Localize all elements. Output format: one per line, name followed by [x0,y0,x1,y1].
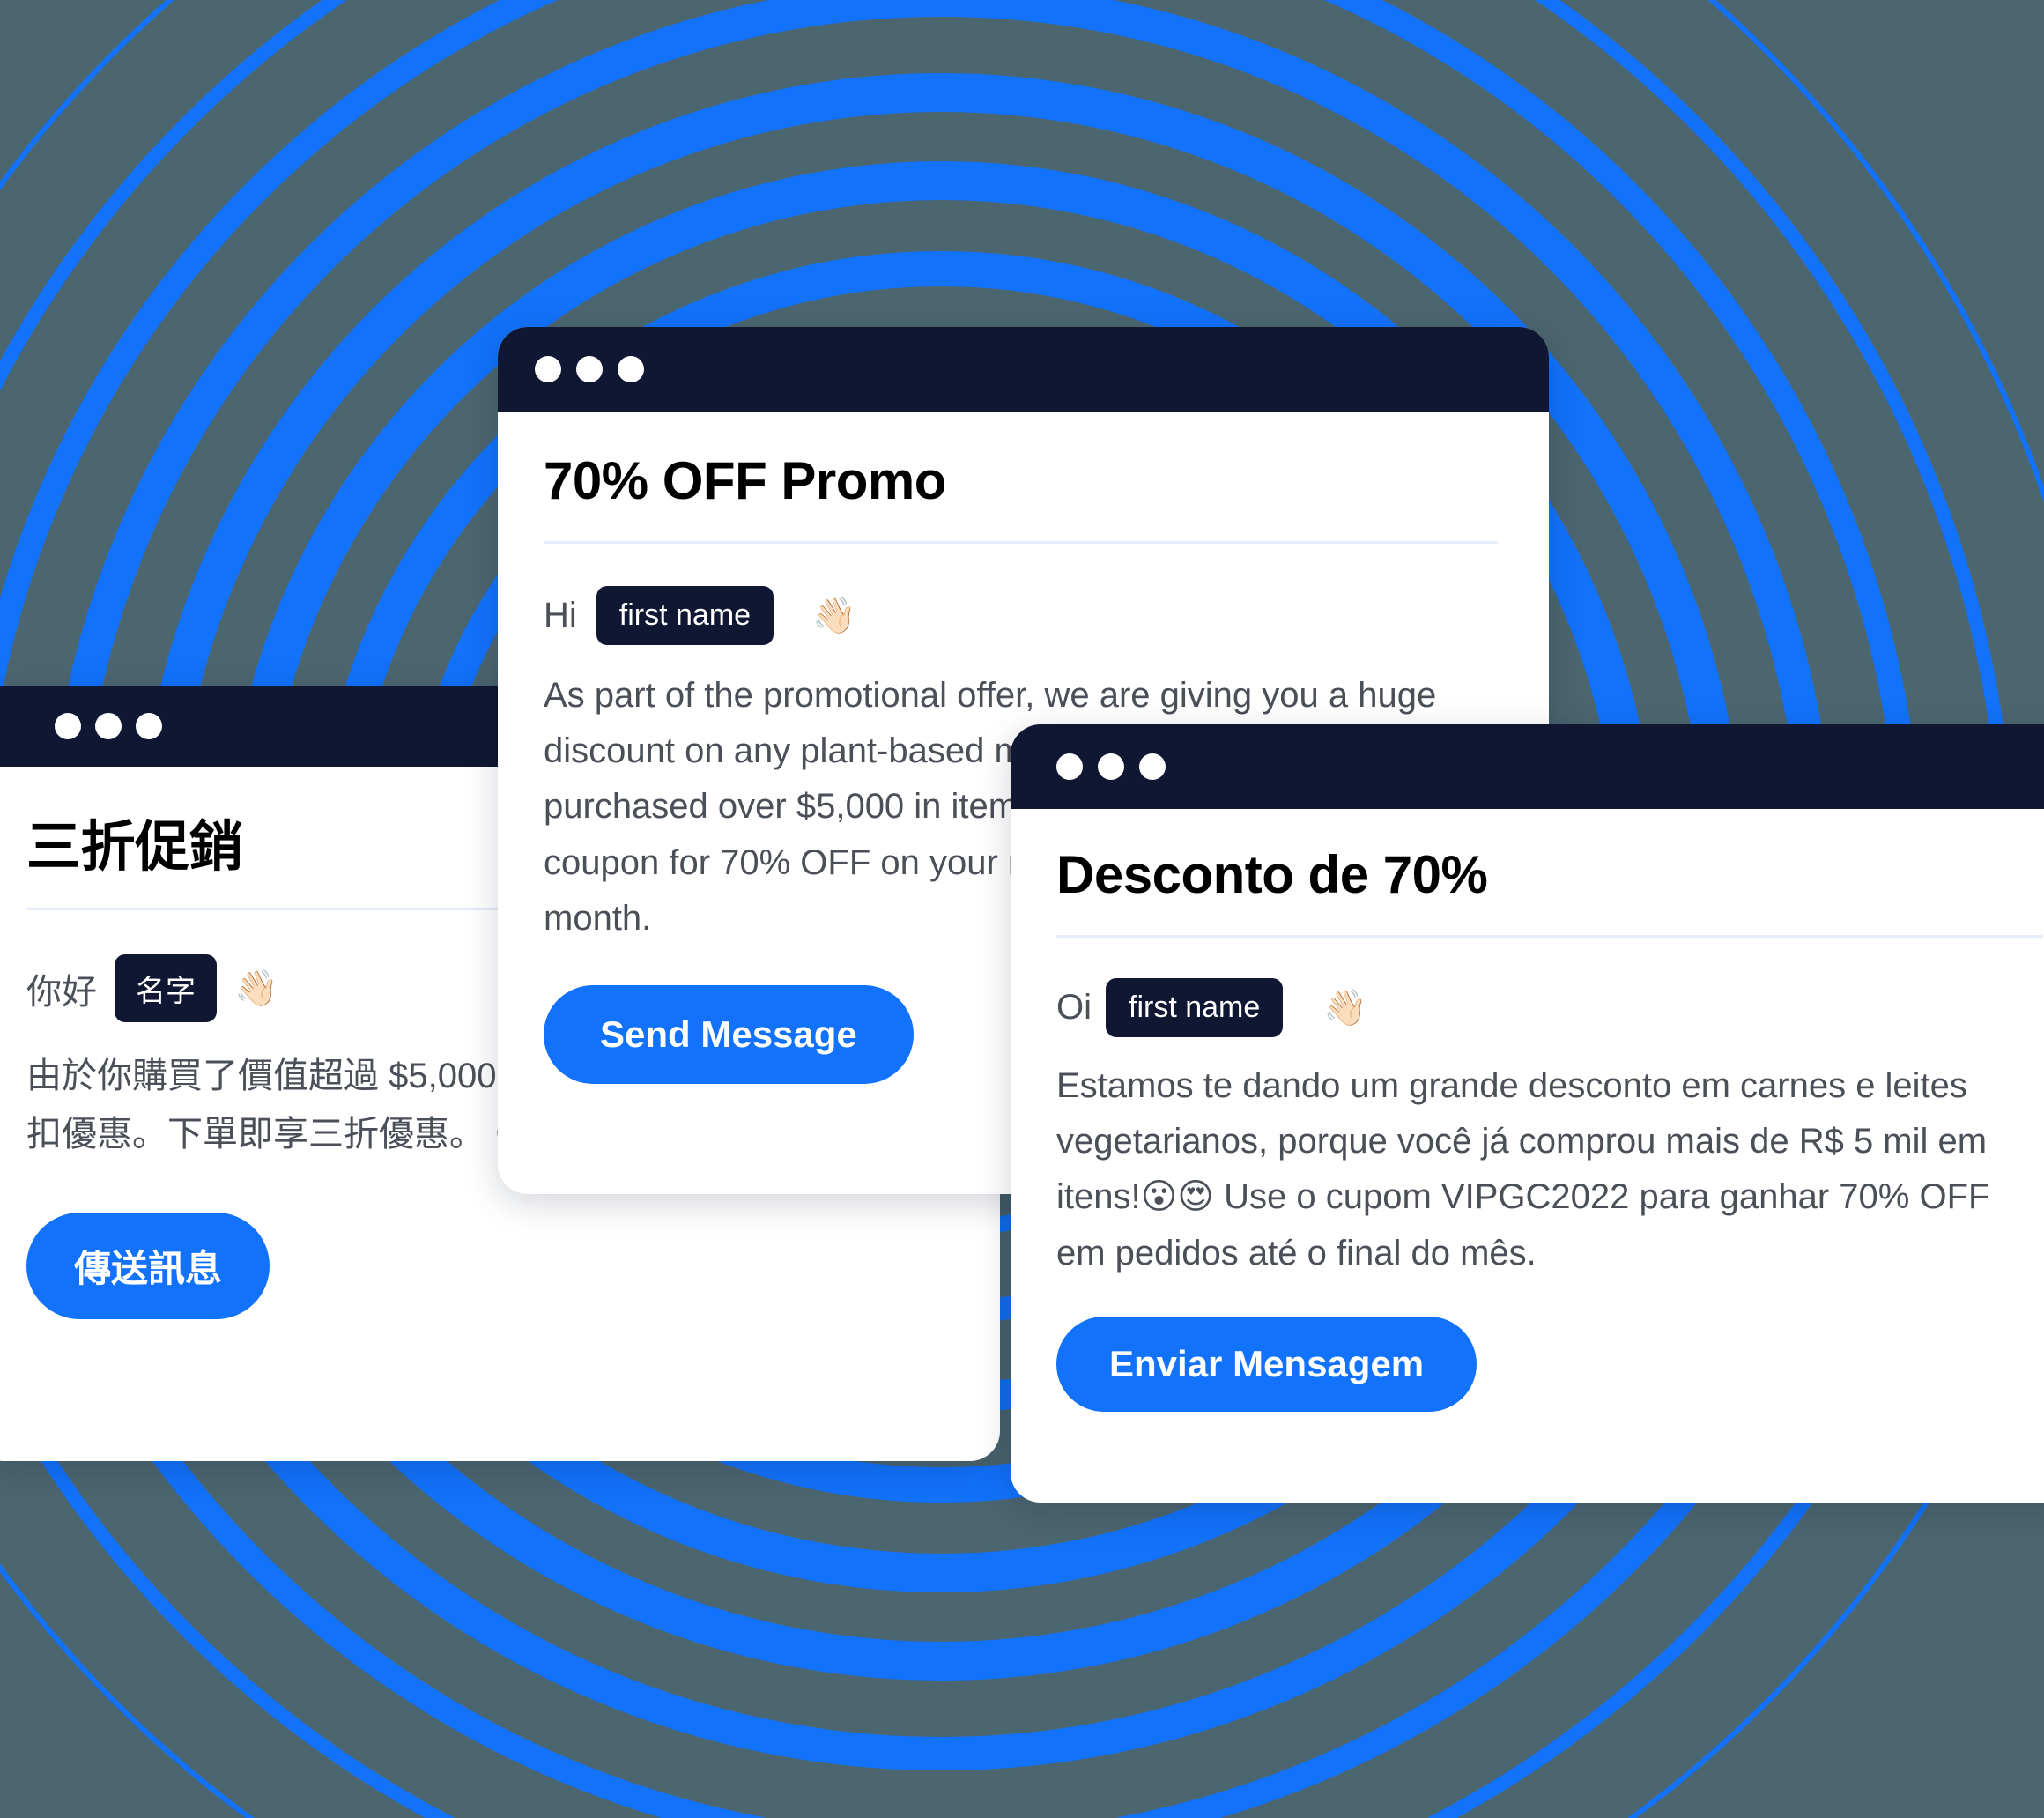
window-dot-minimize-icon[interactable] [576,356,603,382]
window-dot-maximize-icon[interactable] [618,356,644,382]
window-dot-maximize-icon[interactable] [1139,753,1166,780]
waving-hand-icon: 👋🏻 [234,968,278,1008]
window-dot-close-icon[interactable] [535,356,561,382]
greeting-word-pt: Oi [1056,988,1092,1027]
title-divider-en [544,541,1498,544]
window-dot-minimize-icon[interactable] [95,713,122,739]
window-dot-close-icon[interactable] [1056,753,1083,780]
waving-hand-icon: 👋🏻 [812,596,856,635]
promo-card-pt[interactable]: Desconto de 70% Oi first name 👋🏻 Estamos… [1011,724,2044,1503]
send-message-button-pt[interactable]: Enviar Mensagem [1056,1316,1477,1412]
send-message-button-en[interactable]: Send Message [544,984,914,1084]
merge-tag-first-name-zh[interactable]: 名字 [115,954,217,1022]
waving-hand-icon: 👋🏻 [1323,988,1368,1028]
title-divider-pt [1056,935,2043,938]
greeting-row-en: Hi first name 👋🏻 [544,586,1498,645]
window-dot-minimize-icon[interactable] [1098,753,1124,780]
merge-tag-first-name-en[interactable]: first name [596,586,774,645]
card-body-pt: Desconto de 70% Oi first name 👋🏻 Estamos… [1011,809,2044,1412]
window-titlebar-pt [1011,724,2044,809]
page-title-pt: Desconto de 70% [1056,845,1488,904]
message-body-pt: Estamos te dando um grande desconto em c… [1056,1066,1990,1273]
greeting-word-zh: 你好 [26,972,97,1012]
merge-tag-first-name-pt[interactable]: first name [1106,978,1284,1037]
page-title-en: 70% OFF Promo [544,451,946,510]
window-titlebar-en [498,327,1549,412]
greeting-row-pt: Oi first name 👋🏻 [1056,978,2043,1037]
window-dot-close-icon[interactable] [55,713,81,739]
greeting-word-en: Hi [544,596,577,634]
send-message-button-zh[interactable]: 傳送訊息 [26,1213,270,1319]
window-dot-maximize-icon[interactable] [136,713,162,739]
